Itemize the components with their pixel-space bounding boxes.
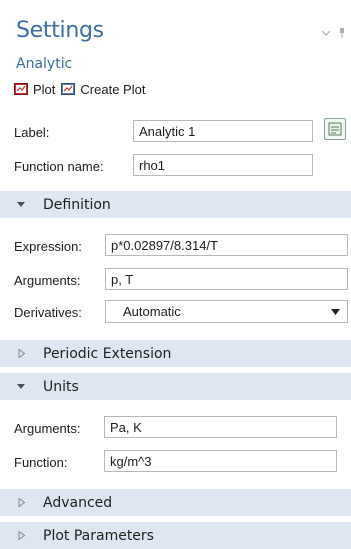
chevron-down-icon [331,309,340,315]
triangle-right-icon [18,531,26,540]
create-plot-icon [61,83,76,95]
derivatives-select[interactable]: Automatic [105,300,348,323]
node-type-label: Analytic [16,56,73,72]
section-plot-parameters-label: Plot Parameters [43,528,154,544]
function-name-row: Function name: rho1 [0,154,351,180]
window-controls [321,28,345,38]
page-title: Settings [16,18,104,43]
plot-button-label: Plot [33,81,56,97]
create-plot-button[interactable]: Create Plot [61,82,145,97]
units-arguments-row: Arguments: Pa, K [0,416,351,442]
pin-icon[interactable] [339,28,345,38]
label-caption: Label: [14,125,50,140]
section-definition[interactable]: Definition [0,191,351,218]
label-field[interactable]: Analytic 1 [133,120,313,142]
expression-caption: Expression: [14,239,82,254]
expression-field[interactable]: p*0.02897/8.314/T [105,234,348,256]
section-units-label: Units [43,379,79,395]
section-periodic-extension[interactable]: Periodic Extension [0,340,351,367]
units-arguments-caption: Arguments: [14,421,81,436]
section-definition-label: Definition [43,197,111,213]
derivatives-value: Automatic [123,304,181,319]
arguments-caption: Arguments: [14,273,81,288]
units-function-field[interactable]: kg/m^3 [104,450,337,472]
section-periodic-extension-label: Periodic Extension [43,346,172,362]
units-function-caption: Function: [14,455,68,470]
expression-row: Expression: p*0.02897/8.314/T [0,234,351,260]
triangle-down-icon [17,384,25,389]
triangle-right-icon [18,498,26,507]
plot-icon [14,83,28,95]
triangle-down-icon [17,202,25,207]
chevron-down-icon[interactable] [321,30,331,36]
section-units[interactable]: Units [0,373,351,400]
plot-button[interactable]: Plot [14,82,55,97]
derivatives-caption: Derivatives: [14,305,82,320]
triangle-right-icon [18,349,26,358]
section-advanced-label: Advanced [43,495,113,511]
edit-expression-icon [328,122,342,136]
section-advanced[interactable]: Advanced [0,489,351,516]
settings-panel: Settings Analytic Plot Create Plot Label… [0,0,351,549]
function-name-caption: Function name: [14,159,104,174]
section-plot-parameters[interactable]: Plot Parameters [0,522,351,549]
units-arguments-field[interactable]: Pa, K [104,416,337,438]
arguments-row: Arguments: p, T [0,268,351,294]
units-function-row: Function: kg/m^3 [0,450,351,476]
function-name-field[interactable]: rho1 [133,154,313,176]
arguments-field[interactable]: p, T [105,268,348,290]
label-row: Label: Analytic 1 [0,118,351,146]
derivatives-row: Derivatives: Automatic [0,300,351,326]
toolbar: Plot Create Plot [14,80,151,98]
edit-label-button[interactable] [324,118,346,140]
create-plot-button-label: Create Plot [80,81,146,97]
